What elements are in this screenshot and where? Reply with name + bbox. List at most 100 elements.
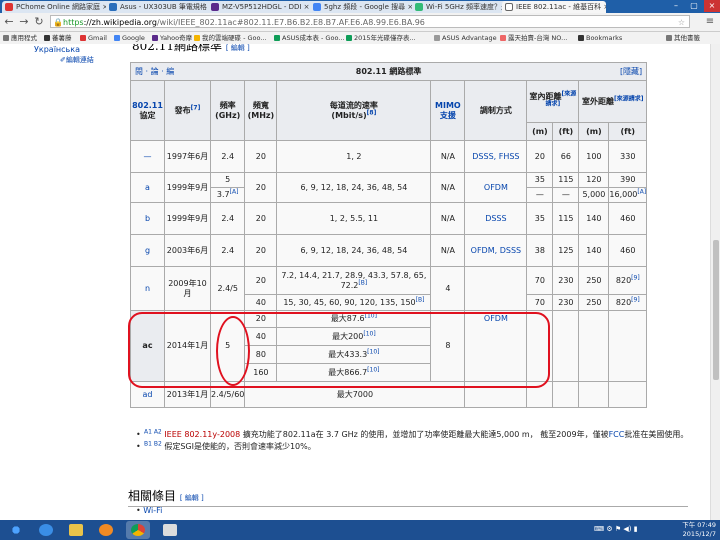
maximize-icon[interactable]: ▢ [686,0,702,12]
taskbar-chrome[interactable] [126,521,150,539]
apps-grid-icon [3,35,9,41]
tab-pchome[interactable]: PChome Online 網路家庭 × [2,1,120,13]
related-edit-link[interactable]: [ 編輯 ] [180,494,204,502]
unit-ft: (ft) [608,122,648,141]
table-cell: 1999年9月 [164,172,211,203]
network-icon[interactable]: ▮ [634,525,638,533]
tab-wifi-5ghz[interactable]: Wi-Fi 5GHz 頻率速度？是 × [412,1,516,13]
volume-icon[interactable]: ◀) [623,525,631,533]
start-button[interactable] [4,521,28,539]
protocol-cell[interactable]: b [130,202,165,235]
protocol-cell[interactable]: g [130,234,165,267]
language-icon[interactable]: ⚙ [606,525,612,533]
bookmark-ruten[interactable]: 露天拍賣-台灣 NO... [500,32,567,44]
scrollbar-thumb[interactable] [713,240,719,380]
table-cell: 6, 9, 12, 18, 24, 36, 48, 54 [276,172,432,203]
bookmark-yahoo[interactable]: Yahoo奇摩 [152,32,192,44]
tab-mz-v5p512[interactable]: MZ-V5P512HDGL - DDI × [208,1,324,13]
table-cell: 7.2, 14.4, 21.7, 28.9, 43.3, 57.8, 65, 7… [276,266,432,295]
bookmark-other[interactable]: 其他書籤 [666,32,700,44]
col-bandwidth: 頻寬 (MHz) [244,80,278,141]
table-cell: 70 [526,294,554,311]
taskbar-media-player[interactable] [94,521,118,539]
media-player-icon [99,524,113,536]
table-title-row: 閱 · 論 · 編 802.11 網路標準 [隱藏] [129,62,648,81]
footnote-b-backlinks[interactable]: B1 B2 [144,440,162,447]
edit-links-link[interactable]: ✐編輯連結 [60,55,94,65]
modulation-link[interactable]: OFDM, DSSS [464,234,528,267]
table-cell: 20 [526,140,554,173]
table-cell: 140 [578,202,610,235]
tab-wikipedia-active[interactable]: IEEE 802.11ac - 維基百科 × [502,1,606,13]
windows-logo-icon [9,524,23,536]
table-cell: 100 [578,140,610,173]
bookmark-star-icon[interactable]: ☆ [678,16,685,29]
unit-ft: (ft) [552,122,580,141]
section-edit-link[interactable]: [ 編輯 ] [226,44,250,52]
bookmark-asus-cost[interactable]: ASUS成本表 - Goo... [274,32,345,44]
forward-arrow-icon[interactable]: → [17,15,31,29]
page-icon [434,35,440,41]
browser-tab-strip: PChome Online 網路家庭 × Asus - UX303UB 筆電規格… [0,0,720,13]
table-cell: — [552,187,580,203]
reload-icon[interactable]: ↻ [32,15,46,29]
asus-favicon-icon [109,3,117,11]
taskbar-tool[interactable] [158,521,182,539]
wiki-page: Українська ✐編輯連結 802.11網路標準 [ 編輯 ] 閱 · 論… [0,44,710,520]
wifi-link[interactable]: • Wi-Fi [136,506,162,515]
table-cell: 1, 2 [276,140,432,173]
minimize-icon[interactable]: – [668,0,684,12]
language-link-ukrainian[interactable]: Українська [34,45,80,54]
tab-google-search[interactable]: 5ghz 頻段 - Google 搜尋 × [310,1,426,13]
menu-icon[interactable]: ≡ [704,16,716,28]
footnote-a-backlinks[interactable]: A1 A2 [144,428,162,435]
modulation-link[interactable]: DSSS, FHSS [464,140,528,173]
table-row: a 1999年9月 5 20 6, 9, 12, 18, 24, 36, 48,… [130,172,648,203]
hide-table-link[interactable]: [隱藏] [620,67,642,77]
bookmark-2015-disc[interactable]: 2015年光碟僅存表... [346,32,416,44]
star-icon [578,35,584,41]
folder-icon [69,524,83,536]
bookmark-gmail[interactable]: Gmail [80,32,107,44]
flag-icon[interactable]: ⚑ [615,525,621,533]
bookmark-asus-advantage[interactable]: ASUS Advantage [434,32,497,44]
bookmark-apps[interactable]: 應用程式 [3,32,37,44]
back-arrow-icon[interactable]: ← [2,15,16,29]
close-window-icon[interactable]: × [704,0,720,12]
modulation-link[interactable]: OFDM [464,172,528,203]
bookmark-google-drive[interactable]: 我的雲端硬碟 - Goo... [194,32,267,44]
lock-icon: 🔒 [53,18,63,27]
table-cell: 70 [526,266,554,295]
table-cell: 20 [244,234,278,267]
tab-asus[interactable]: Asus - UX303UB 筆電規格 × [106,1,222,13]
taskbar-ie[interactable] [34,521,58,539]
fcc-link[interactable]: FCC [609,430,625,439]
protocol-cell[interactable]: n [130,266,165,311]
table-cell: 2.4 [209,234,246,267]
url-input[interactable]: 🔒 https://zh.wikipedia.org/wiki/IEEE_802… [50,15,690,28]
table-cell: 140 [578,234,610,267]
table-cell: 230 [552,294,580,311]
page-scrollbar[interactable] [710,44,720,520]
bookmark-bookmarks[interactable]: Bookmarks [578,32,622,44]
table-cell: 15, 30, 45, 60, 90, 120, 135, 150[B] [276,294,432,311]
table-row: n 2009年10月 2.4/5 20 7.2, 14.4, 21.7, 28.… [130,266,648,311]
bookmark-yam[interactable]: 蕃薯藤 [44,32,72,44]
navbox-view-links[interactable]: 閱 · 論 · 編 [135,67,174,77]
modulation-link[interactable]: DSSS [464,202,528,235]
clock[interactable]: 下午 07:49 2015/12/7 [682,521,716,539]
taskbar-explorer[interactable] [64,521,88,539]
table-cell: 5 [209,172,246,188]
protocol-cell[interactable]: — [130,140,165,173]
table-cell: 35 [526,202,554,235]
footnote-a: A1 A2 IEEE 802.11y-2008 擴充功能了802.11a在 3.… [136,429,696,441]
table-cell: 1, 2, 5.5, 11 [276,202,432,235]
table-cell: 2.4/5 [209,266,246,311]
table-cell: 20 [244,172,278,203]
keyboard-icon[interactable]: ⌨ [594,525,604,533]
bookmark-google[interactable]: Google [114,32,145,44]
table-cell: 230 [552,266,580,295]
ieee-802-11y-link[interactable]: IEEE 802.11y-2008 [164,430,240,439]
gmail-icon [80,35,86,41]
protocol-cell[interactable]: a [130,172,165,203]
